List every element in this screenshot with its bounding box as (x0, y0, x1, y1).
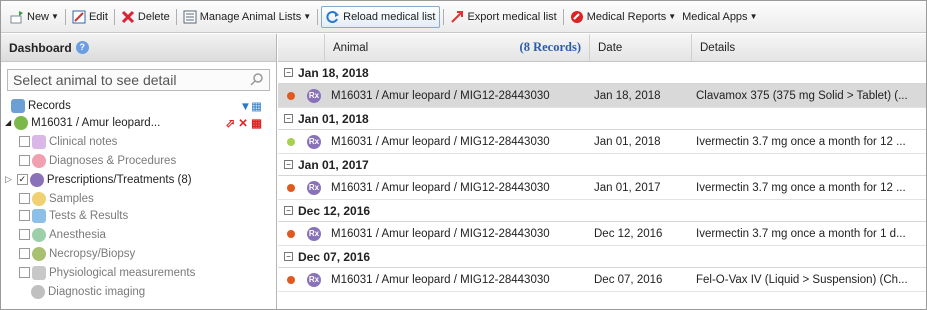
medical-apps-button[interactable]: Medical Apps ▼ (679, 6, 760, 28)
edit-icon (72, 10, 86, 24)
status-icon (287, 275, 295, 284)
animal-actions-icon[interactable]: ⬀ ✕ ▦ (225, 116, 262, 130)
sidebar: Dashboard? Select animal to see detail R… (1, 34, 277, 309)
tree-animal[interactable]: ◢ M16031 / Amur leopard... ⬀ ✕ ▦ (1, 114, 276, 131)
table-row[interactable]: Rx M16031 / Amur leopard / MIG12-28443030… (278, 176, 926, 200)
prescription-icon: Rx (307, 88, 321, 103)
tree-records[interactable]: Records ▼▦ (1, 97, 276, 114)
prescription-icon: Rx (307, 134, 321, 149)
collapse-icon[interactable]: − (284, 68, 293, 77)
prescription-icon: Rx (307, 272, 321, 287)
record-count: (8 Records) (519, 40, 581, 54)
export-icon (450, 10, 464, 24)
filter-icon[interactable]: ▼▦ (240, 99, 262, 113)
status-icon (287, 229, 295, 238)
column-date[interactable]: Date (590, 34, 692, 61)
collapse-icon[interactable]: − (284, 114, 293, 123)
new-icon (10, 10, 24, 24)
group-header[interactable]: − Jan 01, 2018 (278, 108, 926, 130)
table-row[interactable]: Rx M16031 / Amur leopard / MIG12-28443030… (278, 84, 926, 108)
sidebar-item-tests[interactable]: Tests & Results (1, 207, 276, 224)
sidebar-item-prescriptions[interactable]: ▷ ✓ Prescriptions/Treatments (8) (1, 169, 276, 190)
sidebar-item-physiological[interactable]: Physiological measurements (1, 262, 276, 283)
collapse-icon[interactable]: − (284, 206, 293, 215)
sidebar-item-diagnoses[interactable]: Diagnoses & Procedures (1, 152, 276, 169)
group-header[interactable]: − Dec 07, 2016 (278, 246, 926, 268)
status-icon (287, 137, 295, 146)
record-tree: Records ▼▦ ◢ M16031 / Amur leopard... ⬀ ✕… (1, 97, 276, 300)
toolbar: New ▼ Edit Delete Manage Animal Lists ▼ Re… (1, 1, 926, 33)
column-animal[interactable]: Animal (8 Records) (325, 34, 590, 61)
table-row[interactable]: Rx M16031 / Amur leopard / MIG12-28443030… (278, 268, 926, 292)
reload-medical-list-button[interactable]: Reload medical list (321, 5, 441, 28)
table-row[interactable]: Rx M16031 / Amur leopard / MIG12-28443030… (278, 222, 926, 246)
app-window: New ▼ Edit Delete Manage Animal Lists ▼ Re… (0, 0, 927, 310)
sidebar-item-samples[interactable]: Samples (1, 190, 276, 207)
animal-search-input[interactable]: Select animal to see detail (7, 69, 270, 91)
animal-icon (14, 115, 29, 130)
records-icon (11, 98, 25, 113)
prescription-icon: Rx (307, 180, 321, 195)
status-icon (287, 91, 295, 100)
sidebar-header: Dashboard? (1, 34, 276, 62)
export-medical-list-button[interactable]: Export medical list (447, 6, 559, 28)
collapse-icon[interactable]: − (284, 252, 293, 261)
group-header[interactable]: − Jan 18, 2018 (278, 62, 926, 84)
grid-body: − Jan 18, 2018 Rx M16031 / Amur leopard / M… (278, 62, 926, 292)
list-icon (183, 10, 197, 24)
collapse-icon[interactable]: − (284, 160, 293, 169)
delete-icon (121, 10, 135, 24)
medical-reports-button[interactable]: Medical Reports ▼ (567, 6, 679, 28)
group-header[interactable]: − Jan 01, 2017 (278, 154, 926, 176)
reload-icon (326, 10, 340, 24)
table-row[interactable]: Rx M16031 / Amur leopard / MIG12-28443030… (278, 130, 926, 154)
reports-icon (570, 10, 584, 24)
column-details[interactable]: Details (692, 34, 926, 61)
manage-animal-lists-button[interactable]: Manage Animal Lists ▼ (180, 6, 314, 28)
status-icon (287, 183, 295, 192)
sidebar-item-clinical-notes[interactable]: Clinical notes (1, 131, 276, 152)
search-icon[interactable] (250, 72, 264, 89)
medical-grid: Animal (8 Records) Date Details − Jan 18, … (278, 34, 926, 309)
group-header[interactable]: − Dec 12, 2016 (278, 200, 926, 222)
prescription-icon: Rx (307, 226, 321, 241)
help-icon[interactable]: ? (75, 41, 89, 54)
sidebar-item-imaging[interactable]: Diagnostic imaging (1, 283, 276, 300)
new-button[interactable]: New ▼ (7, 6, 62, 28)
sidebar-item-necropsy[interactable]: Necropsy/Biopsy (1, 245, 276, 262)
sidebar-item-anesthesia[interactable]: Anesthesia (1, 224, 276, 245)
grid-header: Animal (8 Records) Date Details (278, 34, 926, 62)
delete-button[interactable]: Delete (118, 6, 173, 28)
edit-button[interactable]: Edit (69, 6, 111, 28)
